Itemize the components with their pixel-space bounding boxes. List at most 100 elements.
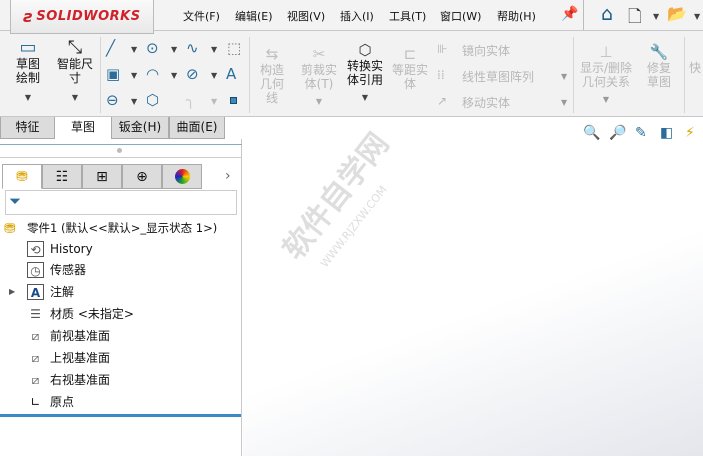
- display-delete-relations-button[interactable]: ⊥ 显示/删除几何关系 ▼: [577, 43, 635, 107]
- chevron-down-icon[interactable]: ▼: [694, 12, 700, 21]
- previous-view-icon[interactable]: ✎: [635, 125, 647, 141]
- spline-icon[interactable]: ∿: [186, 39, 199, 57]
- chevron-down-icon[interactable]: ▼: [131, 71, 137, 80]
- smart-dimension-button[interactable]: ⤡ 智能尺寸 ▼: [54, 39, 96, 105]
- sketch-button[interactable]: ▭ 草图绘制 ▼: [6, 39, 50, 105]
- repair-sketch-button[interactable]: 🔧 修复草图: [638, 43, 680, 89]
- chevron-right-icon[interactable]: ›: [225, 168, 231, 184]
- configuration-manager-tab[interactable]: ⊞: [82, 164, 122, 189]
- expand-arrow-icon[interactable]: ▶: [9, 282, 15, 302]
- plane-icon: ⧄: [31, 329, 40, 343]
- home-icon[interactable]: ⌂: [601, 3, 613, 25]
- polygon-icon[interactable]: ⬡: [146, 91, 159, 109]
- solidworks-logo[interactable]: ƨ SOLIDWORKS: [10, 0, 154, 34]
- menu-edit[interactable]: 编辑(E): [235, 8, 273, 24]
- annotation-folder-icon: A: [27, 284, 44, 300]
- chevron-down-icon[interactable]: ▼: [211, 97, 217, 106]
- tree-item-top-plane[interactable]: ⧄ 上视基准面: [0, 348, 240, 368]
- property-list-icon: ☷: [55, 168, 69, 185]
- offset-entities-button[interactable]: ⊏ 等距实体: [390, 45, 430, 91]
- tab-features[interactable]: 特征: [0, 117, 55, 139]
- tree-item-sensors[interactable]: ◷ 传感器: [0, 260, 240, 280]
- dimxpert-tab[interactable]: ⊕: [122, 164, 162, 189]
- sketch-picture-icon[interactable]: ⬚: [227, 39, 241, 57]
- tab-sheet-metal[interactable]: 钣金(H): [111, 117, 169, 139]
- chevron-down-icon[interactable]: ▼: [171, 71, 177, 80]
- history-folder-icon: ⟲: [27, 241, 44, 257]
- pin-icon[interactable]: 📌: [561, 6, 578, 22]
- tree-item-annotations[interactable]: ▶ A 注解: [0, 282, 240, 302]
- move-entities-button[interactable]: 移动实体: [462, 94, 510, 111]
- chevron-down-icon[interactable]: ▼: [131, 45, 137, 54]
- quick-snaps-button[interactable]: 快: [689, 61, 701, 75]
- mirror-entities-button[interactable]: 镜向实体: [462, 42, 510, 59]
- linear-pattern-icon: ⁞⁞: [437, 68, 445, 82]
- construction-geometry-button[interactable]: ⇆ 构造几何线: [252, 45, 292, 105]
- trim-entities-button[interactable]: ✂ 剪裁实体(T) ▼: [298, 45, 340, 109]
- menu-tools[interactable]: 工具(T): [389, 8, 426, 24]
- origin-icon: ∟: [30, 395, 41, 409]
- menu-help[interactable]: 帮助(H): [497, 8, 536, 24]
- offset-icon: ⊏: [403, 45, 417, 63]
- open-folder-icon[interactable]: 📂: [667, 4, 687, 23]
- menu-view[interactable]: 视图(V): [287, 8, 325, 24]
- tree-item-history[interactable]: ⟲ History: [0, 239, 240, 259]
- configuration-icon: ⊞: [96, 168, 108, 185]
- tree-item-material[interactable]: ☰ 材质 <未指定>: [0, 304, 240, 324]
- menu-file[interactable]: 文件(F): [183, 8, 220, 24]
- linear-pattern-button[interactable]: 线性草图阵列: [462, 68, 534, 85]
- point-icon[interactable]: [230, 97, 237, 104]
- chevron-down-icon[interactable]: ▼: [171, 45, 177, 54]
- filter-box[interactable]: ⏷: [5, 190, 237, 215]
- mirror-icon: ⊪: [437, 42, 448, 56]
- crosshair-icon: ⊕: [136, 168, 148, 185]
- plane-icon: ⧄: [31, 373, 40, 387]
- chevron-down-icon[interactable]: ▼: [561, 72, 567, 81]
- chevron-down-icon: ▼: [361, 93, 369, 102]
- tree-item-origin[interactable]: ∟ 原点: [0, 392, 240, 412]
- rollback-bar[interactable]: [0, 414, 241, 417]
- chevron-down-icon[interactable]: ▼: [131, 97, 137, 106]
- section-view-icon[interactable]: ◧: [660, 125, 673, 141]
- ds-logo-icon: ƨ: [23, 7, 34, 26]
- chevron-down-icon[interactable]: ▼: [211, 71, 217, 80]
- wrench-icon: 🔧: [649, 43, 669, 61]
- display-manager-tab[interactable]: [162, 164, 202, 189]
- property-manager-tab[interactable]: ☷: [42, 164, 82, 189]
- material-icon: ☰: [30, 307, 41, 321]
- line-icon[interactable]: ╱: [106, 39, 115, 57]
- fillet-icon[interactable]: ╮: [186, 91, 195, 109]
- panel-resize-handle[interactable]: [117, 148, 122, 153]
- circle-icon[interactable]: ⊙: [146, 39, 159, 57]
- tree-item-front-plane[interactable]: ⧄ 前视基准面: [0, 326, 240, 346]
- feature-manager-tab[interactable]: ⛃: [2, 164, 42, 189]
- arc-icon[interactable]: ◠: [146, 65, 159, 83]
- chevron-down-icon[interactable]: ▼: [653, 12, 659, 21]
- convert-entities-button[interactable]: ⬡ 转换实体引用 ▼: [343, 41, 387, 105]
- text-icon[interactable]: A: [226, 65, 236, 83]
- plane-icon: ⧄: [31, 351, 40, 365]
- construction-icon: ⇆: [265, 45, 279, 63]
- feature-manager-panel: ⛃ ☷ ⊞ ⊕ › ⏷ ⛃ 零件1 (默认<<默认>_显示状态 1>) ⟲ His…: [0, 139, 242, 456]
- ellipse-icon[interactable]: ⊘: [186, 65, 199, 83]
- scissors-icon: ✂: [312, 45, 326, 63]
- new-document-icon[interactable]: 🗋: [628, 4, 642, 33]
- tab-surfaces[interactable]: 曲面(E): [169, 117, 225, 139]
- chevron-down-icon[interactable]: ▼: [561, 98, 567, 107]
- graphics-area[interactable]: 🔍 🔎 ✎ ◧ ⚡: [243, 117, 703, 456]
- move-icon: ↗: [437, 94, 448, 108]
- tree-item-right-plane[interactable]: ⧄ 右视基准面: [0, 370, 240, 390]
- dynamic-annotation-icon[interactable]: ⚡: [685, 125, 695, 141]
- zoom-to-area-icon[interactable]: 🔎: [609, 125, 626, 141]
- slot-icon[interactable]: ⊖: [106, 91, 119, 109]
- part-icon: ⛃: [4, 221, 16, 237]
- tree-root-part[interactable]: ⛃ 零件1 (默认<<默认>_显示状态 1>): [0, 218, 240, 238]
- menu-window[interactable]: 窗口(W): [440, 8, 481, 24]
- chevron-down-icon[interactable]: ▼: [211, 45, 217, 54]
- menu-insert[interactable]: 插入(I): [340, 8, 374, 24]
- command-manager: ▭ 草图绘制 ▼ ⤡ 智能尺寸 ▼ ╱ ▼ ⊙ ▼ ∿ ▼ ⬚ ▣ ▼ ◠ ▼ ⊘ ▼ A …: [0, 31, 703, 117]
- zoom-to-fit-icon[interactable]: 🔍: [583, 125, 600, 141]
- rectangle-icon[interactable]: ▣: [106, 65, 120, 83]
- filter-icon: ⏷: [9, 192, 22, 210]
- tab-sketch[interactable]: 草图: [55, 117, 111, 139]
